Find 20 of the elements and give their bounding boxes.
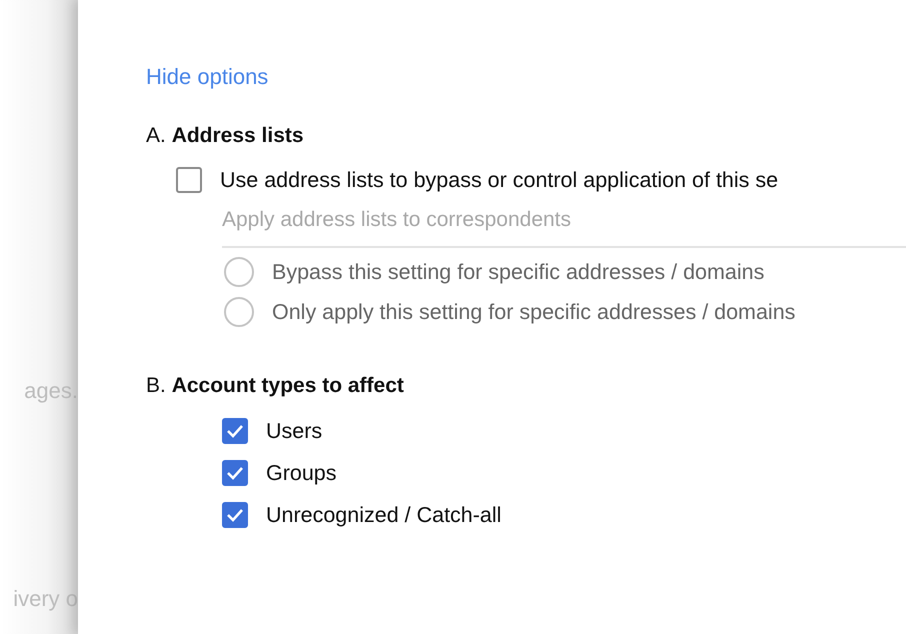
checkmark-icon (226, 508, 244, 522)
radio-label: Only apply this setting for specific addresses / domains (272, 300, 796, 324)
section-heading: B. Account types to affect (146, 374, 405, 398)
checkbox-label: Unrecognized / Catch-all (266, 502, 502, 528)
checkbox[interactable] (222, 460, 248, 486)
subheading: Apply address lists to correspondents (222, 208, 906, 248)
checkmark-icon (226, 466, 244, 480)
background-text: ages. (24, 378, 78, 404)
checkbox[interactable] (222, 418, 248, 444)
checkbox[interactable] (222, 502, 248, 528)
checkbox-label: Use address lists to bypass or control application of this se (220, 168, 778, 192)
radio-button[interactable] (224, 297, 254, 327)
checkbox-label: Users (266, 418, 322, 444)
radio-button[interactable] (224, 257, 254, 287)
radio-label: Bypass this setting for specific addresses / domains (272, 260, 764, 284)
checkbox[interactable] (176, 167, 202, 193)
section-heading: A. Address lists (146, 124, 305, 148)
hide-options-link[interactable]: Hide options (146, 64, 268, 90)
checkmark-icon (226, 424, 244, 438)
checkbox-label: Groups (266, 460, 337, 486)
